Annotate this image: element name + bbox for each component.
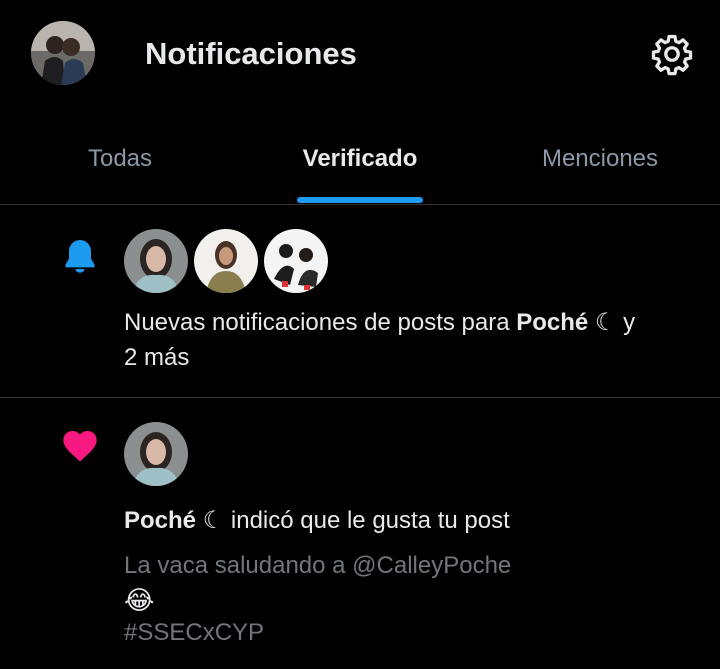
avatar-user-2[interactable] [194,229,258,293]
moon-badge-icon: ☾ [196,507,225,534]
notification-message: indicó que le gusta tu post [224,507,510,534]
avatar-photo [264,229,328,293]
notification-item[interactable]: Nuevas notificaciones de posts para Poch… [0,205,720,397]
avatar-photo [124,229,188,293]
profile-photo [31,21,95,85]
user-name[interactable]: Poché [124,507,196,534]
bell-icon [65,240,95,273]
notification-tabs: Todas Verificado Menciones [0,130,720,204]
avatar-poche[interactable] [124,229,188,293]
notification-more-count: 2 más [124,344,190,371]
post-preview-text: La vaca saludando a @CalleyPoche [124,552,512,579]
laughing-emoji: 😂 [124,585,155,615]
user-name[interactable]: Poché [516,309,588,336]
tab-verificado[interactable]: Verificado [240,130,480,204]
top-bar: Notificaciones [0,0,720,110]
avatar-poche[interactable] [124,422,188,486]
moon-badge-icon: ☾ [588,309,617,336]
avatar-photo [194,229,258,293]
page-title: Notificaciones [145,36,357,71]
avatar-user-3[interactable] [264,229,328,293]
active-tab-indicator [297,197,423,203]
settings-button[interactable] [650,32,694,76]
post-hashtag[interactable]: #SSECxCYP [124,616,264,649]
notification-text: Poché ☾ indicó que le gusta tu post [124,503,704,538]
gear-icon [651,34,693,76]
notification-item[interactable]: Poché ☾ indicó que le gusta tu post La v… [0,398,720,669]
profile-avatar[interactable] [31,21,95,85]
tab-menciones[interactable]: Menciones [480,130,720,204]
tab-todas[interactable]: Todas [0,130,240,204]
avatar-photo [124,422,188,486]
notification-text: Nuevas notificaciones de posts para Poch… [124,305,704,375]
notification-message: Nuevas notificaciones de posts para [124,309,517,336]
notification-message-suffix: y [616,309,636,336]
heart-icon [63,431,97,462]
